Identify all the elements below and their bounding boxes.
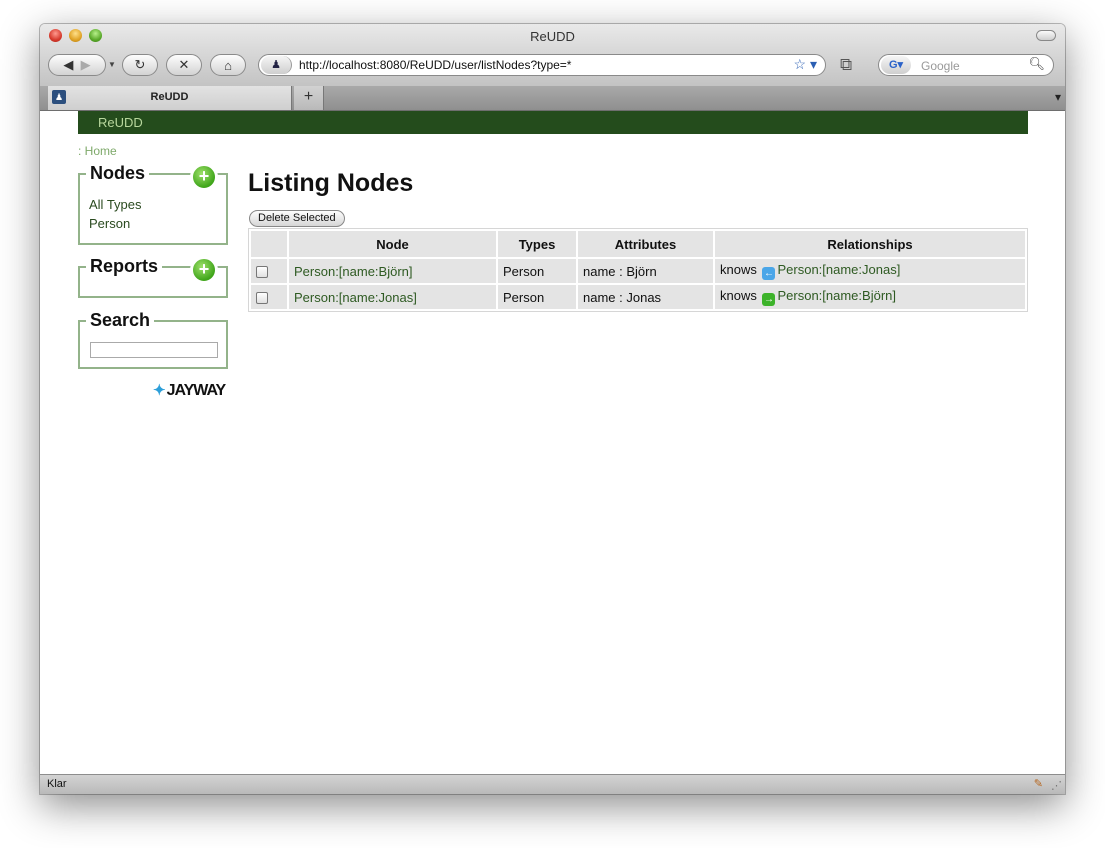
toolbar-toggle-button[interactable] <box>1036 30 1056 41</box>
breadcrumb[interactable]: : Home <box>78 144 117 158</box>
search-panel: Search <box>78 310 228 369</box>
types-cell: Person <box>498 259 576 283</box>
types-cell: Person <box>498 285 576 309</box>
page-title: Listing Nodes <box>248 169 414 197</box>
relationships-cell: knows ← Person:[name:Jonas] <box>715 259 1025 283</box>
site-identity-icon[interactable]: ♟ <box>261 56 292 74</box>
column-header-types[interactable]: Types <box>498 231 576 257</box>
search-icon[interactable]: 🔍︎ <box>1028 56 1045 72</box>
outgoing-arrow-icon: → <box>762 293 776 306</box>
window-title: ReUDD <box>530 29 575 44</box>
back-arrow-icon[interactable]: ◀ <box>63 57 73 73</box>
reload-icon: ↻ <box>134 57 146 72</box>
reload-button[interactable]: ↻ <box>122 54 158 76</box>
incoming-arrow-icon: ← <box>762 267 776 280</box>
table-row: Person:[name:Björn] Person name : Björn … <box>251 259 1025 283</box>
attributes-cell: name : Björn <box>578 259 713 283</box>
nodes-table: Node Types Attributes Relationships Pers… <box>248 228 1028 312</box>
site-header: ReUDD <box>78 111 1028 134</box>
address-bar[interactable]: ♟ http://localhost:8080/ReUDD/user/listN… <box>258 54 826 76</box>
title-bar: ReUDD ◀ ▶ ▼ ↻ ✕ ⌂ ♟ http://localhost:808… <box>40 24 1065 87</box>
status-text: Klar <box>47 778 67 790</box>
tab-list-icon[interactable]: ▾ <box>1055 90 1061 104</box>
reports-panel-title: Reports <box>86 256 163 277</box>
site-brand-link[interactable]: ReUDD <box>98 115 143 130</box>
sidebar-search-input[interactable] <box>90 342 218 358</box>
column-header-relationships[interactable]: Relationships <box>715 231 1025 257</box>
table-row: Person:[name:Jonas] Person name : Jonas … <box>251 285 1025 309</box>
row-select-cell <box>251 259 287 283</box>
stop-button[interactable]: ✕ <box>166 54 202 76</box>
tab-label: ReUDD <box>150 91 189 103</box>
window-switch-icon[interactable]: ⧉ <box>840 55 852 75</box>
page-content: ReUDD : Home Nodes + All Types Person Re… <box>40 111 1065 774</box>
table-header-row: Node Types Attributes Relationships <box>251 231 1025 257</box>
history-dropdown-icon[interactable]: ▼ <box>108 60 116 69</box>
forward-arrow-icon[interactable]: ▶ <box>81 57 91 73</box>
relationship-type: knows <box>720 262 757 277</box>
delete-selected-button[interactable]: Delete Selected <box>249 210 345 227</box>
search-engine-icon[interactable]: G▾ <box>881 56 911 74</box>
add-node-icon[interactable]: + <box>190 163 218 191</box>
column-header-node[interactable]: Node <box>289 231 496 257</box>
nodes-panel: Nodes + All Types Person <box>78 163 228 245</box>
search-panel-title: Search <box>86 310 155 331</box>
node-cell: Person:[name:Björn] <box>289 259 496 283</box>
row-checkbox[interactable] <box>256 266 268 279</box>
addon-icon[interactable]: ✎ <box>1034 777 1043 790</box>
node-link[interactable]: Person:[name:Björn] <box>294 264 413 279</box>
relationship-type: knows <box>720 288 757 303</box>
stop-icon: ✕ <box>178 57 190 72</box>
node-link[interactable]: Person:[name:Jonas] <box>294 290 417 305</box>
new-tab-button[interactable]: + <box>294 86 324 110</box>
row-select-cell <box>251 285 287 309</box>
jayway-logo: ✦ JAYWAY <box>153 381 227 400</box>
bird-icon: ✦ <box>153 382 166 399</box>
relationship-target-link[interactable]: Person:[name:Björn] <box>777 288 896 303</box>
nodes-panel-title: Nodes <box>86 163 150 184</box>
search-placeholder[interactable]: Google <box>921 59 960 73</box>
relationship-target-link[interactable]: Person:[name:Jonas] <box>777 262 900 277</box>
node-cell: Person:[name:Jonas] <box>289 285 496 309</box>
tab-reudd[interactable]: ♟ ReUDD <box>48 86 292 110</box>
status-bar: Klar ✎ ⋰ <box>40 774 1065 794</box>
bookmark-star-icon[interactable]: ☆ ▾ <box>794 56 817 73</box>
column-header-attributes[interactable]: Attributes <box>578 231 713 257</box>
row-checkbox[interactable] <box>256 292 268 305</box>
reports-panel: Reports + <box>78 256 228 298</box>
select-column-header <box>251 231 287 257</box>
resize-grip-icon[interactable]: ⋰ <box>1051 779 1062 792</box>
logo-text: JAYWAY <box>166 382 227 399</box>
back-forward-buttons[interactable]: ◀ ▶ <box>48 54 106 76</box>
node-link-person[interactable]: Person <box>89 214 142 233</box>
browser-window: ReUDD ◀ ▶ ▼ ↻ ✕ ⌂ ♟ http://localhost:808… <box>40 24 1065 794</box>
node-link-all-types[interactable]: All Types <box>89 195 142 214</box>
url-text[interactable]: http://localhost:8080/ReUDD/user/listNod… <box>299 58 571 72</box>
attributes-cell: name : Jonas <box>578 285 713 309</box>
add-report-icon[interactable]: + <box>190 256 218 284</box>
home-icon: ⌂ <box>224 57 232 73</box>
home-button[interactable]: ⌂ <box>210 54 246 76</box>
relationships-cell: knows → Person:[name:Björn] <box>715 285 1025 309</box>
search-bar[interactable]: G▾ Google 🔍︎ <box>878 54 1054 76</box>
tab-bar: ♟ ReUDD + ▾ <box>40 86 1065 111</box>
